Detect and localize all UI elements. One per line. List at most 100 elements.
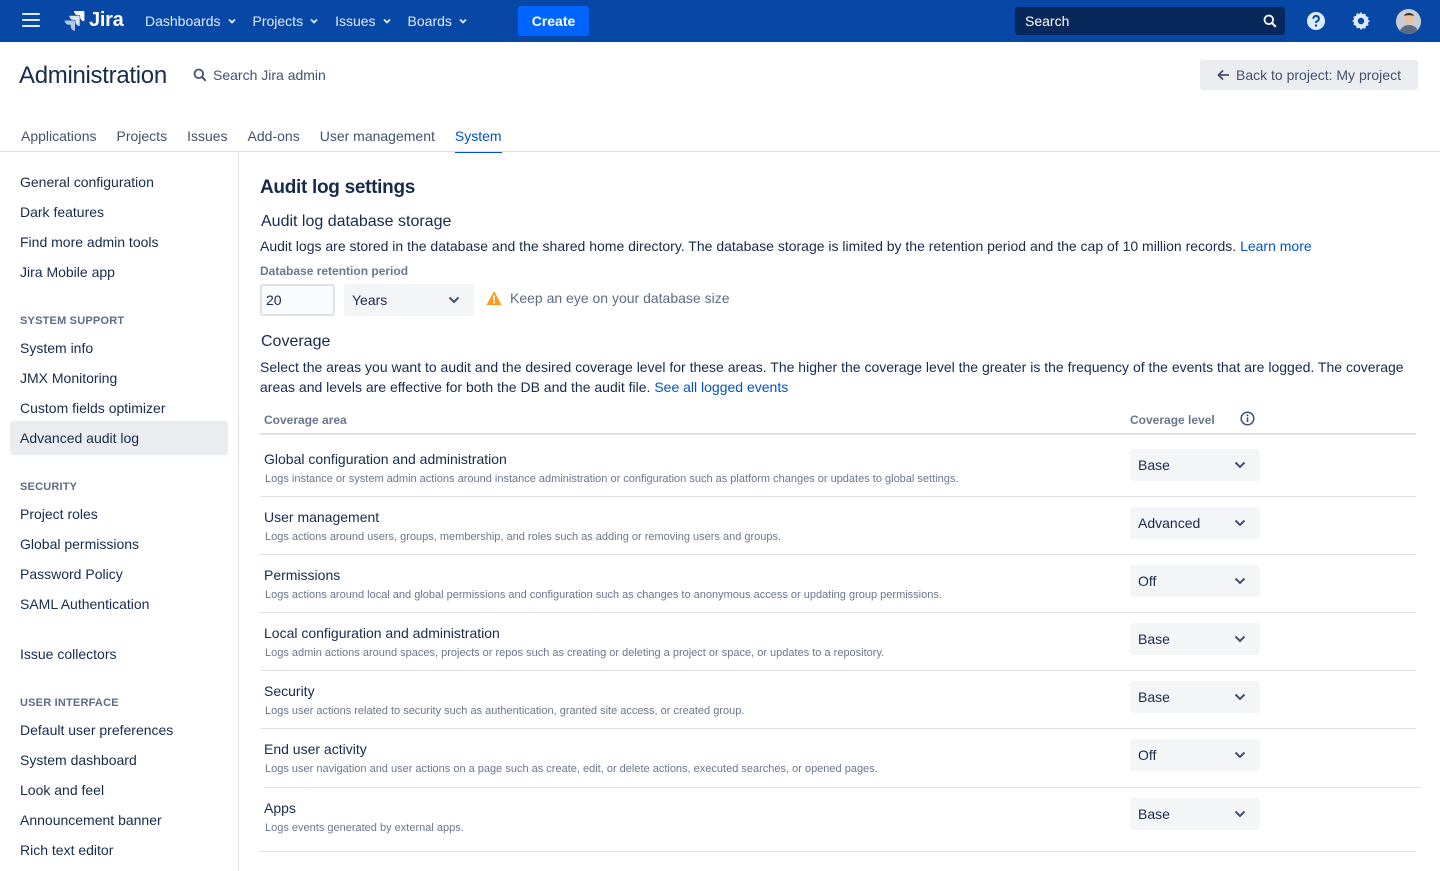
sidebar-item-default-user-preferences[interactable]: Default user preferences — [10, 713, 228, 747]
coverage-area-description: Logs instance or system admin actions ar… — [265, 473, 959, 485]
coverage-description: Select the areas you want to audit and t… — [260, 359, 1404, 395]
row-divider — [264, 787, 1421, 788]
create-button[interactable]: Create — [518, 6, 589, 36]
learn-more-link[interactable]: Learn more — [1240, 238, 1312, 254]
coverage-level-select[interactable]: Advanced — [1130, 507, 1260, 539]
sidebar-heading-system-support: SYSTEM SUPPORT — [20, 315, 125, 327]
retention-unit-select[interactable]: Years — [344, 284, 474, 316]
coverage-area-title: Permissions — [264, 567, 341, 583]
sidebar-item-password-policy[interactable]: Password Policy — [10, 557, 228, 591]
global-search — [1015, 7, 1285, 35]
tab-add-ons[interactable]: Add-ons — [248, 128, 300, 152]
sidebar-item-rich-text-editor[interactable]: Rich text editor — [10, 833, 228, 867]
coverage-level-select[interactable]: Off — [1130, 565, 1260, 597]
sidebar-item-jmx-monitoring[interactable]: JMX Monitoring — [10, 361, 228, 395]
sidebar-heading-user-interface: USER INTERFACE — [20, 697, 119, 709]
coverage-area-title: User management — [264, 509, 380, 525]
sidebar-item-saml-authentication[interactable]: SAML Authentication — [10, 587, 228, 621]
sidebar-item-system-info[interactable]: System info — [10, 331, 228, 365]
nav-boards[interactable]: Boards — [400, 0, 476, 42]
back-to-project-button[interactable]: Back to project: My project — [1200, 60, 1418, 90]
coverage-level-select[interactable]: Base — [1130, 798, 1260, 830]
nav-dashboards[interactable]: Dashboards — [137, 0, 245, 42]
jira-logo-icon — [64, 10, 85, 31]
chevron-down-icon — [1234, 810, 1246, 818]
chevron-down-icon — [310, 18, 318, 24]
gear-icon[interactable] — [1350, 10, 1372, 32]
page-title: Administration — [19, 62, 167, 89]
retention-label: Database retention period — [260, 264, 409, 278]
chevron-down-icon — [382, 18, 391, 24]
nav-issues[interactable]: Issues — [327, 0, 399, 42]
tab-system[interactable]: System — [454, 128, 502, 153]
tab-applications[interactable]: Applications — [21, 128, 97, 152]
sidebar: General configuration Dark features Find… — [0, 152, 239, 871]
sidebar-heading-security: SECURITY — [20, 481, 78, 493]
admin-tabs: Applications Projects Issues Add-ons Use… — [21, 128, 522, 153]
sidebar-item-look-and-feel[interactable]: Look and feel — [10, 773, 228, 807]
warning-icon — [486, 291, 502, 305]
help-icon[interactable] — [1305, 10, 1327, 32]
row-divider — [260, 612, 1416, 613]
coverage-area-title: Security — [264, 683, 315, 699]
coverage-level-select[interactable]: Base — [1130, 449, 1260, 481]
jira-logo[interactable]: Jira — [63, 9, 124, 32]
chevron-down-icon — [227, 18, 236, 24]
chevron-down-icon — [1234, 693, 1246, 701]
row-divider — [260, 496, 1416, 497]
tab-projects[interactable]: Projects — [117, 128, 168, 152]
tab-user-management[interactable]: User management — [320, 128, 435, 152]
sidebar-item-dark-features[interactable]: Dark features — [10, 195, 228, 229]
menu-icon[interactable] — [22, 13, 40, 29]
chevron-down-icon — [1234, 577, 1246, 585]
coverage-area-title: Apps — [264, 800, 296, 816]
column-header-coverage-level: Coverage level — [1130, 413, 1215, 427]
table-header-divider — [260, 433, 1416, 435]
top-navigation: Jira Dashboards Projects Issues Boards C… — [0, 0, 1440, 42]
storage-section-title: Audit log database storage — [261, 213, 452, 230]
retention-period-input[interactable] — [260, 284, 335, 316]
sidebar-item-project-roles[interactable]: Project roles — [10, 497, 228, 531]
nav-projects[interactable]: Projects — [245, 0, 328, 42]
coverage-area-title: End user activity — [264, 741, 367, 757]
chevron-down-icon — [1234, 751, 1246, 759]
see-all-logged-events-link[interactable]: See all logged events — [654, 379, 788, 395]
coverage-section-title: Coverage — [261, 333, 331, 350]
admin-search[interactable]: Search Jira admin — [193, 67, 326, 83]
sidebar-item-system-dashboard[interactable]: System dashboard — [10, 743, 228, 777]
search-input[interactable] — [1025, 13, 1255, 29]
coverage-area-description: Logs user navigation and user actions on… — [265, 763, 878, 775]
database-size-warning: Keep an eye on your database size — [486, 290, 730, 306]
info-icon[interactable] — [1240, 411, 1255, 426]
sidebar-item-find-more-admin-tools[interactable]: Find more admin tools — [10, 225, 228, 259]
coverage-area-description: Logs events generated by external apps. — [265, 822, 464, 834]
row-divider — [260, 670, 1416, 671]
chevron-down-icon — [448, 296, 460, 304]
row-divider — [260, 554, 1416, 555]
sidebar-item-global-permissions[interactable]: Global permissions — [10, 527, 228, 561]
logo-text: Jira — [89, 9, 124, 31]
row-divider — [260, 728, 1416, 729]
tab-issues[interactable]: Issues — [187, 128, 227, 152]
coverage-area-title: Local configuration and administration — [264, 625, 500, 641]
sidebar-item-custom-fields-optimizer[interactable]: Custom fields optimizer — [10, 391, 228, 425]
sidebar-item-announcement-banner[interactable]: Announcement banner — [10, 803, 228, 837]
sidebar-item-issue-collectors[interactable]: Issue collectors — [10, 637, 228, 671]
chevron-down-icon — [1234, 461, 1246, 469]
column-header-coverage-area: Coverage area — [264, 413, 347, 427]
sidebar-item-jira-mobile-app[interactable]: Jira Mobile app — [10, 255, 228, 289]
coverage-level-select[interactable]: Base — [1130, 681, 1260, 713]
avatar[interactable] — [1396, 9, 1421, 34]
search-icon[interactable] — [1263, 14, 1277, 28]
coverage-area-description: Logs admin actions around spaces, projec… — [265, 647, 885, 659]
coverage-level-select[interactable]: Off — [1130, 739, 1260, 771]
coverage-level-select[interactable]: Base — [1130, 623, 1260, 655]
sidebar-item-general-configuration[interactable]: General configuration — [10, 165, 228, 199]
sidebar-item-advanced-audit-log[interactable]: Advanced audit log — [10, 421, 228, 455]
storage-description: Audit logs are stored in the database an… — [260, 238, 1312, 254]
coverage-area-title: Global configuration and administration — [264, 451, 507, 467]
coverage-area-description: Logs actions around users, groups, membe… — [265, 531, 782, 543]
row-divider — [260, 851, 1416, 852]
user-avatar-icon — [1396, 9, 1421, 34]
admin-search-label: Search Jira admin — [213, 67, 326, 83]
